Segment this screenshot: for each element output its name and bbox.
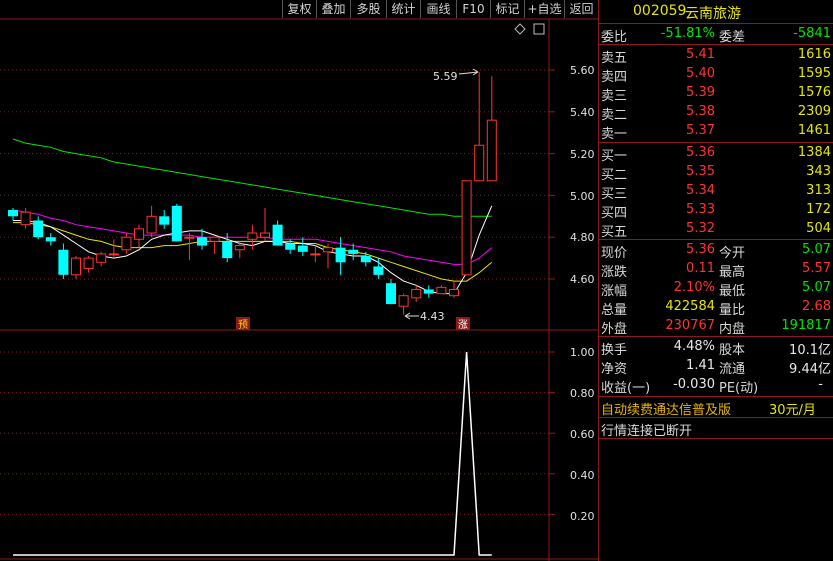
- candle-body: [285, 243, 296, 250]
- candle-body: [474, 144, 485, 182]
- indicator-series: [13, 351, 492, 556]
- candle-body: [461, 180, 472, 276]
- bid-row: 买一 5.36 1384: [601, 145, 831, 164]
- low-price-label: 4.43: [420, 310, 445, 323]
- candle-body: [411, 288, 422, 299]
- candle-body: [310, 253, 321, 256]
- candle-body: [373, 266, 384, 275]
- candle-body: [121, 236, 132, 251]
- candle-body: [423, 289, 434, 294]
- candle-body: [209, 236, 220, 242]
- candle-body: [8, 210, 18, 217]
- promo-banner[interactable]: 自动续费通达信普及版 30元/月: [599, 398, 833, 418]
- price-tick-label: 5.60: [570, 64, 595, 77]
- indicator-tick-label: 0.20: [570, 510, 595, 523]
- indicator-tick-label: 0.40: [570, 469, 595, 482]
- candle-body: [323, 247, 333, 253]
- candle-body: [335, 247, 346, 263]
- candle-body: [45, 237, 56, 242]
- fin-row: 净资 1.41 流通 9.44亿: [601, 358, 831, 377]
- indicator-axis-labels: 1.00 0.80 0.60 0.40 0.20: [570, 346, 595, 523]
- stock-title: 002059 云南旅游: [599, 2, 833, 22]
- bid-row: 买三 5.34 313: [601, 183, 831, 202]
- candle-body: [146, 215, 157, 234]
- candle-body: [134, 228, 144, 240]
- candle-body: [197, 237, 207, 246]
- order-ratio-row: 委比 -51.81% 委差 -5841: [601, 26, 831, 45]
- ask-row: 卖五 5.41 1616: [601, 47, 831, 66]
- price-gridlines: [0, 69, 555, 515]
- ask-row: 卖二 5.38 2309: [601, 104, 831, 123]
- candle-body: [108, 253, 119, 256]
- candle-body: [297, 245, 308, 252]
- chart-area: 5.60 5.40 5.20 5.00 4.80 4.60 1.00 0.80 …: [0, 18, 598, 561]
- candle-body: [360, 256, 371, 263]
- price-axis-labels: 5.60 5.40 5.20 5.00 4.80 4.60: [570, 64, 595, 286]
- stat-row: 外盘 230767 内盘 191817: [601, 318, 831, 337]
- promo-text[interactable]: 自动续费通达信普及版: [601, 399, 731, 418]
- fin-row: 换手 4.48% 股本 10.1亿: [601, 339, 831, 358]
- candle-body: [386, 283, 396, 305]
- quote-panel: 002059 云南旅游 委比 -51.81% 委差 -5841 卖五 5.41 …: [598, 0, 833, 561]
- stat-row: 总量 422584 量比 2.68: [601, 299, 831, 318]
- stock-code: 002059: [633, 3, 687, 19]
- bid-row: 买二 5.35 343: [601, 164, 831, 183]
- price-tick-label: 5.20: [570, 148, 595, 161]
- candle-body: [234, 245, 245, 251]
- candle-body: [222, 241, 233, 259]
- high-annotation: 5.59: [433, 68, 479, 83]
- candle-body: [33, 220, 44, 238]
- indicator-tick-label: 0.60: [570, 428, 595, 441]
- stock-name: 云南旅游: [685, 6, 741, 22]
- indicator-tick-label: 0.80: [570, 387, 595, 400]
- candle-body: [486, 119, 497, 182]
- svg-text:涨: 涨: [458, 319, 468, 331]
- price-tick-label: 4.80: [570, 231, 595, 244]
- candlestick-series: [8, 72, 497, 315]
- candle-body: [449, 288, 459, 297]
- price-tick-label: 4.60: [570, 273, 595, 286]
- indicator-tick-label: 1.00: [570, 346, 595, 359]
- bid-row: 买四 5.33 172: [601, 202, 831, 221]
- ask-row: 卖一 5.37 1461: [601, 123, 831, 142]
- high-price-label: 5.59: [433, 70, 458, 83]
- connection-status: 行情连接已断开: [601, 424, 693, 439]
- chart-settings-icon[interactable]: [514, 23, 526, 35]
- candle-body: [71, 257, 81, 276]
- candle-body: [159, 216, 170, 225]
- svg-text:预: 预: [238, 319, 248, 331]
- moving-average-lines: [12, 138, 493, 295]
- ask-row: 卖四 5.40 1595: [601, 66, 831, 85]
- stat-row: 涨跌 0.11 最高 5.57: [601, 261, 831, 280]
- candle-body: [171, 205, 182, 242]
- stat-row: 涨幅 2.10% 最低 5.07: [601, 280, 831, 299]
- price-tick-label: 5.00: [570, 190, 595, 203]
- candle-body: [436, 286, 447, 295]
- pre-marker: 预: [236, 317, 250, 331]
- candle-body: [83, 257, 94, 270]
- candle-body: [247, 232, 258, 240]
- limit-up-marker: 涨: [456, 317, 470, 331]
- candle-body: [348, 249, 359, 254]
- fin-row: 收益(一) -0.030 PE(动) -: [601, 377, 823, 396]
- candle-body: [58, 249, 69, 275]
- indicator-line: [13, 351, 492, 556]
- candle-body: [272, 224, 283, 246]
- candle-body: [398, 295, 409, 307]
- low-annotation: 4.43: [404, 310, 445, 323]
- promo-price[interactable]: 30元/月: [769, 399, 816, 418]
- stat-row: 现价 5.36 今开 5.07: [601, 242, 831, 261]
- candle-body: [260, 232, 270, 238]
- ask-row: 卖三 5.39 1576: [601, 85, 831, 104]
- chart-expand-icon[interactable]: [533, 23, 545, 35]
- candle-body: [20, 211, 31, 226]
- candle-body: [96, 253, 107, 263]
- candle-body: [184, 236, 195, 239]
- bid-row: 买五 5.32 504: [601, 221, 831, 240]
- price-tick-label: 5.40: [570, 106, 595, 119]
- ma60-line: [12, 138, 492, 217]
